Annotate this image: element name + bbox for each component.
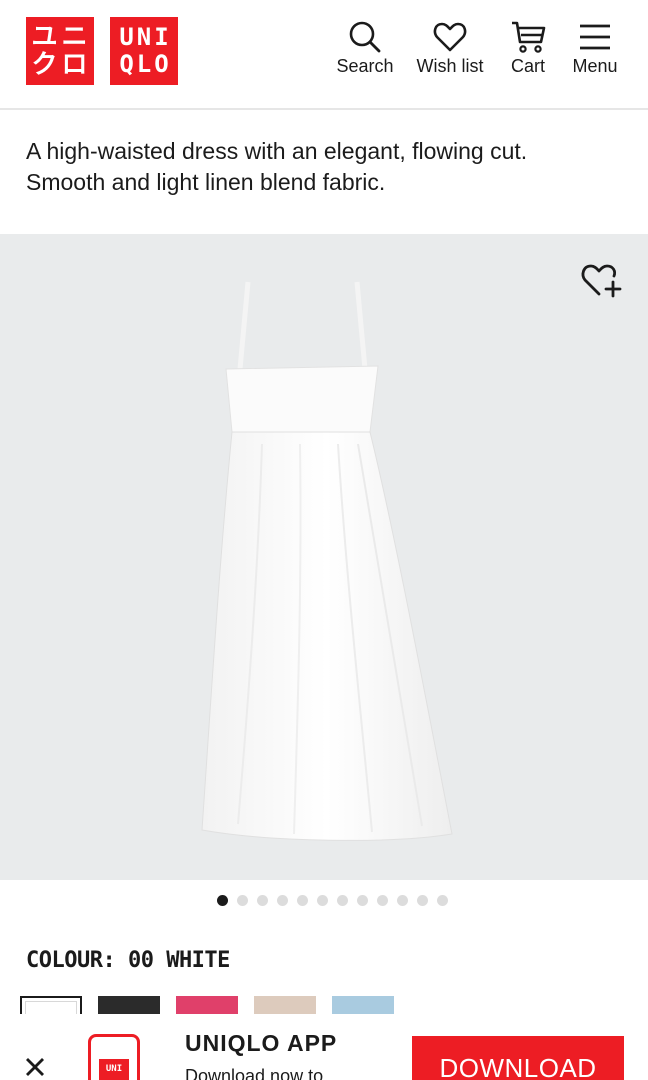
hamburger-menu-icon <box>580 24 610 50</box>
carousel-dot[interactable] <box>296 895 308 906</box>
carousel-dot[interactable] <box>236 895 248 906</box>
uniqlo-app-icon: UNI <box>88 1034 140 1080</box>
product-image-carousel[interactable] <box>0 234 648 880</box>
carousel-dot[interactable] <box>216 895 228 906</box>
carousel-dot[interactable] <box>256 895 268 906</box>
carousel-dot[interactable] <box>336 895 348 906</box>
carousel-dot[interactable] <box>436 895 448 906</box>
download-button[interactable]: DOWNLOAD <box>412 1036 624 1080</box>
carousel-dot[interactable] <box>396 895 408 906</box>
wishlist-label: Wish list <box>416 56 484 76</box>
site-header: ユニ クロ UNI QLO Search Wish list Cart Menu <box>0 0 648 110</box>
search-button[interactable]: Search <box>333 20 397 84</box>
add-to-wishlist-button[interactable] <box>580 258 624 302</box>
description-line-2: Smooth and light linen blend fabric. <box>26 169 386 195</box>
menu-label: Menu <box>572 56 618 76</box>
description-line-1: A high-waisted dress with an elegant, fl… <box>26 138 528 164</box>
app-title: UNIQLO APP <box>185 1030 338 1056</box>
cart-button[interactable]: Cart <box>503 20 553 84</box>
white-dress-photo <box>201 281 453 841</box>
product-description: A high-waisted dress with an elegant, fl… <box>26 136 626 198</box>
logo-kana-top: ユニ <box>31 22 92 52</box>
logo-latin-top: UNI <box>119 23 172 51</box>
heart-plus-icon <box>581 264 622 298</box>
colour-label: COLOUR: 00 WHITE <box>26 948 230 973</box>
heart-icon <box>433 22 467 52</box>
app-download-banner: UNI UNIQLO APP Download now to DOWNLOAD <box>0 1014 648 1080</box>
search-label: Search <box>336 56 394 76</box>
cart-label: Cart <box>510 56 545 76</box>
app-icon-logo: UNI <box>99 1059 129 1080</box>
close-banner-button[interactable] <box>22 1054 48 1080</box>
uniqlo-logo-katakana[interactable]: ユニ クロ <box>26 17 94 85</box>
carousel-dot[interactable] <box>316 895 328 906</box>
menu-button[interactable]: Menu <box>566 20 624 84</box>
carousel-dot[interactable] <box>416 895 428 906</box>
logo-kana-bottom: クロ <box>31 50 92 80</box>
cart-icon <box>512 21 546 53</box>
close-icon <box>26 1058 44 1076</box>
uniqlo-logo[interactable]: UNI QLO <box>110 17 178 85</box>
logo-latin-bottom: QLO <box>119 50 172 78</box>
carousel-dot[interactable] <box>276 895 288 906</box>
app-subtitle: Download now to <box>185 1066 324 1080</box>
search-icon <box>349 21 381 53</box>
image-pagination <box>0 895 648 906</box>
carousel-dot[interactable] <box>376 895 388 906</box>
wishlist-button[interactable]: Wish list <box>410 20 490 84</box>
carousel-dot[interactable] <box>356 895 368 906</box>
